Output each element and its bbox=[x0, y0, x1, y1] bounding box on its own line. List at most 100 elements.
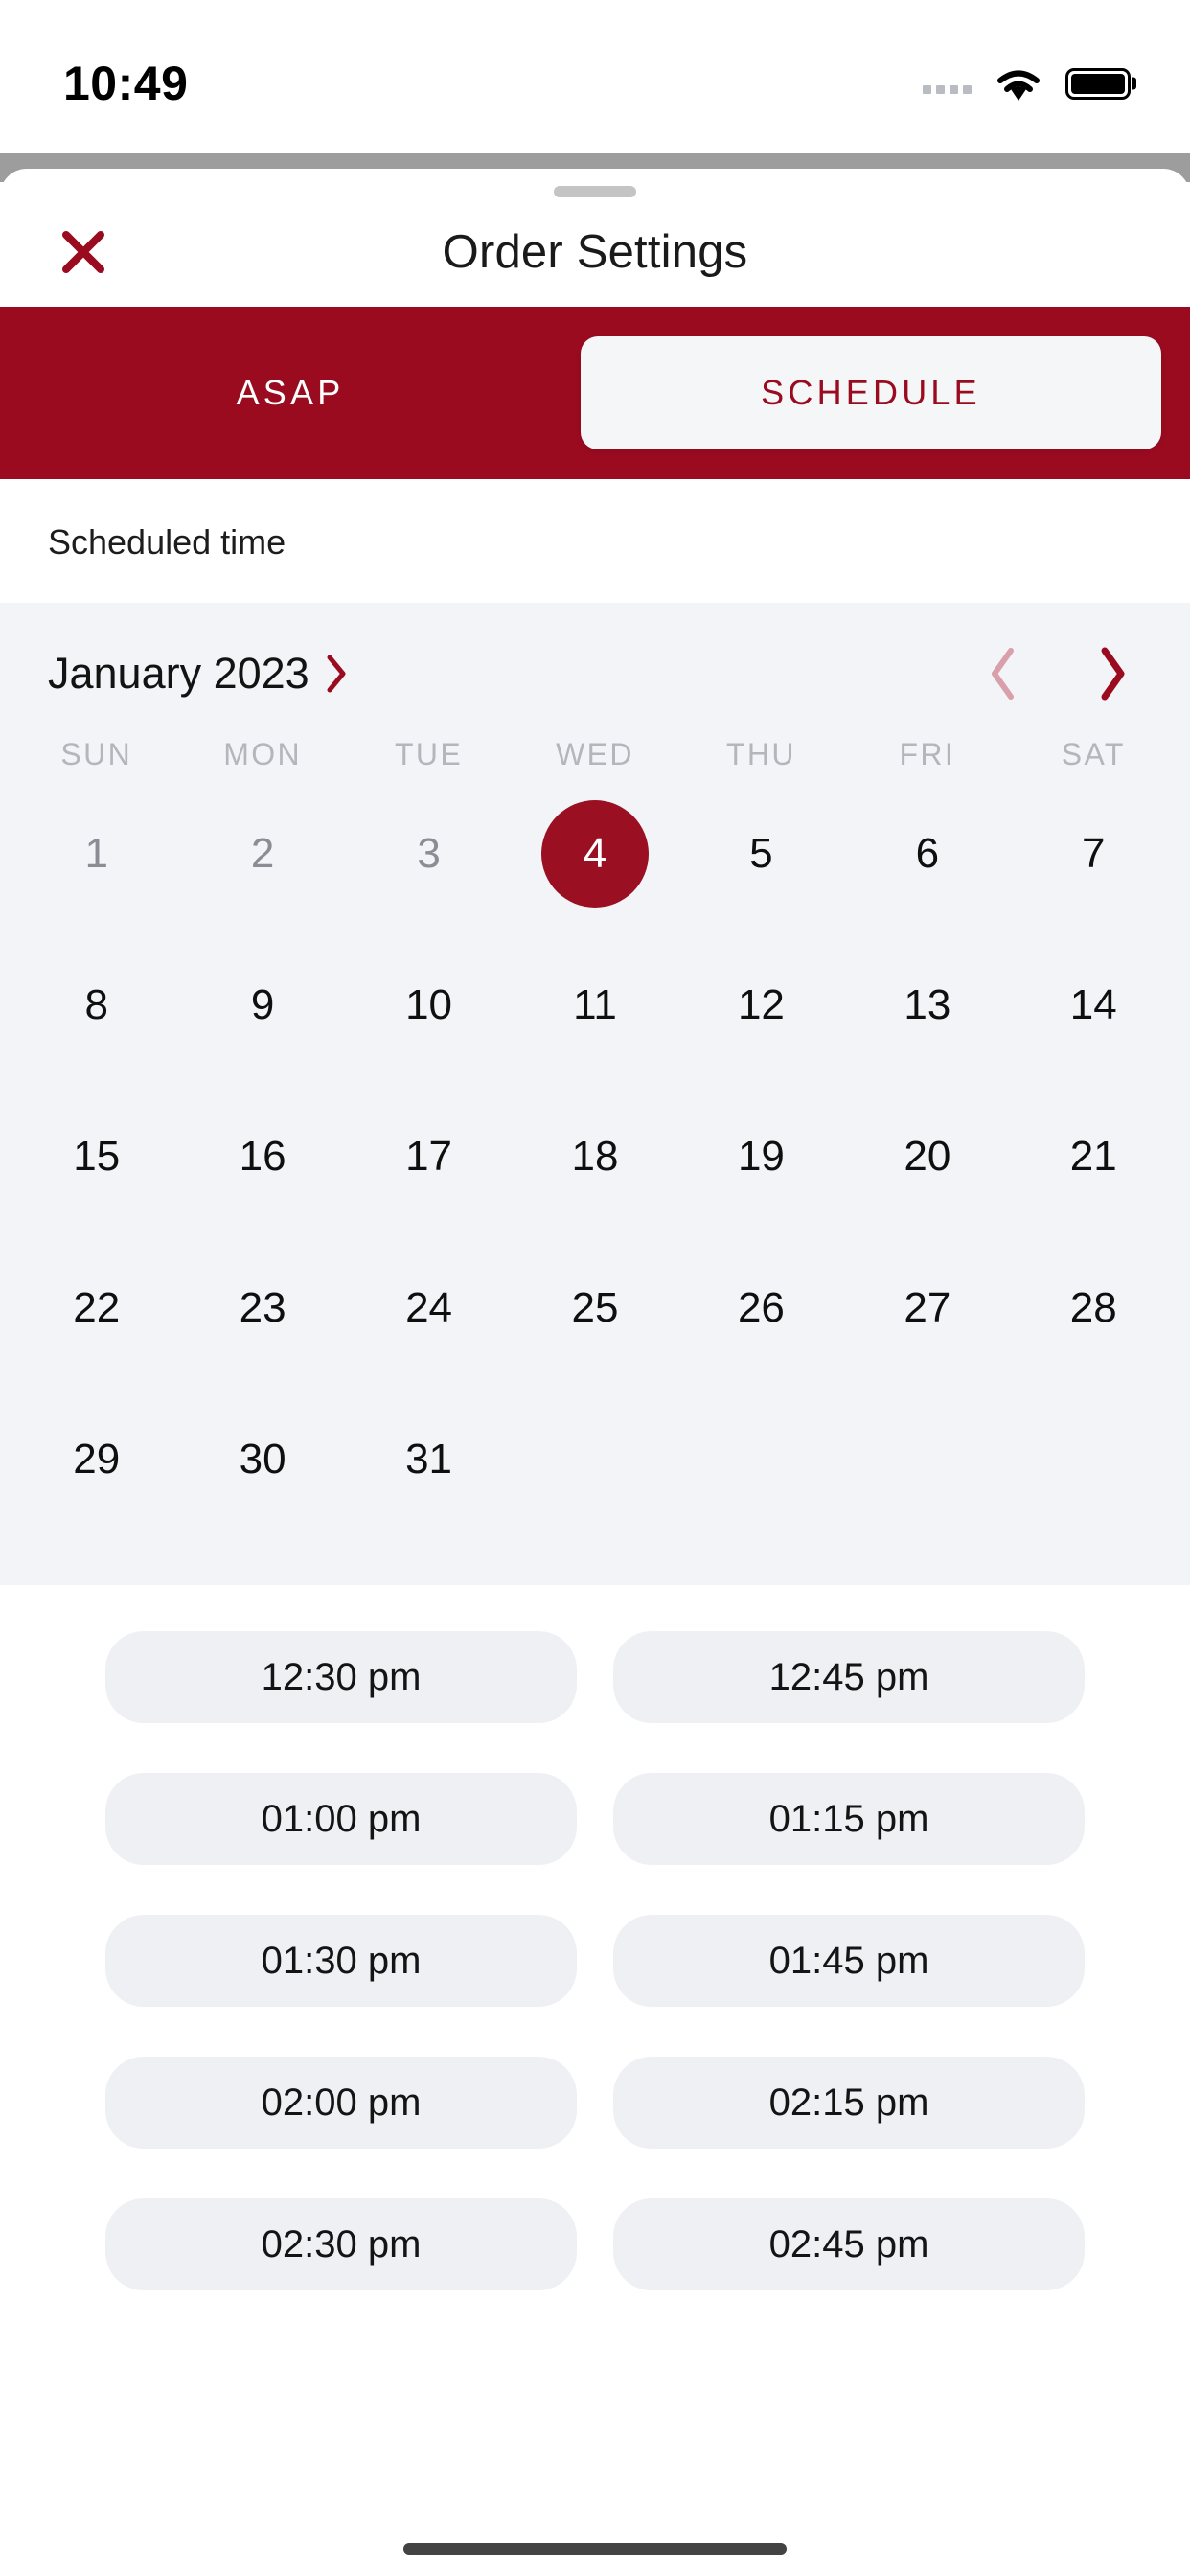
calendar-week-row: 1 2 3 4 5 6 7 bbox=[13, 778, 1177, 930]
calendar-day[interactable]: 16 bbox=[179, 1081, 345, 1232]
calendar-day[interactable]: 7 bbox=[1011, 778, 1177, 930]
calendar-day[interactable]: 19 bbox=[678, 1081, 844, 1232]
calendar-day-label: 16 bbox=[239, 1133, 286, 1180]
tab-schedule[interactable]: SCHEDULE bbox=[581, 307, 1190, 479]
calendar-day[interactable]: 6 bbox=[844, 778, 1010, 930]
weekday-label: SAT bbox=[1061, 737, 1126, 771]
time-slot-button[interactable]: 12:30 pm bbox=[105, 1631, 577, 1723]
time-slot-button[interactable]: 12:45 pm bbox=[613, 1631, 1085, 1723]
calendar-day-label: 6 bbox=[915, 830, 940, 877]
calendar-day[interactable]: 28 bbox=[1011, 1232, 1177, 1384]
order-settings-sheet: Order Settings ASAP SCHEDULE Scheduled t… bbox=[0, 169, 1190, 2576]
time-slot-label: 12:45 pm bbox=[768, 1655, 929, 1698]
calendar-day-label: 21 bbox=[1069, 1133, 1117, 1180]
calendar-day-label: 23 bbox=[239, 1284, 286, 1331]
calendar-week-row: 29 30 31 bbox=[13, 1384, 1177, 1535]
calendar-day[interactable]: 11 bbox=[512, 930, 677, 1081]
calendar-day-label: 24 bbox=[405, 1284, 453, 1331]
time-slot-button[interactable]: 02:00 pm bbox=[105, 2057, 577, 2149]
month-selector[interactable]: January 2023 bbox=[48, 649, 350, 699]
calendar-day[interactable]: 10 bbox=[346, 930, 512, 1081]
calendar-day[interactable]: 29 bbox=[13, 1384, 179, 1535]
calendar-day[interactable]: 8 bbox=[13, 930, 179, 1081]
calendar-day[interactable]: 23 bbox=[179, 1232, 345, 1384]
calendar-day[interactable]: 30 bbox=[179, 1384, 345, 1535]
calendar-day-empty bbox=[844, 1384, 1010, 1535]
weekday-label: FRI bbox=[899, 737, 956, 771]
calendar-day-label: 25 bbox=[571, 1284, 619, 1331]
time-slot-button[interactable]: 02:30 pm bbox=[105, 2198, 577, 2290]
calendar-day-empty bbox=[678, 1384, 844, 1535]
prev-month-button[interactable] bbox=[981, 645, 1025, 702]
calendar-day-label: 26 bbox=[737, 1284, 785, 1331]
chevron-left-icon bbox=[992, 648, 1014, 700]
calendar-day[interactable]: 21 bbox=[1011, 1081, 1177, 1232]
calendar-day-empty bbox=[512, 1384, 677, 1535]
time-slot-label: 02:45 pm bbox=[768, 2222, 929, 2266]
calendar-week-row: 15 16 17 18 19 20 21 bbox=[13, 1081, 1177, 1232]
calendar-day: 2 bbox=[179, 778, 345, 930]
calendar-day[interactable]: 26 bbox=[678, 1232, 844, 1384]
calendar-day[interactable]: 31 bbox=[346, 1384, 512, 1535]
next-month-button[interactable] bbox=[1090, 645, 1134, 702]
calendar-day[interactable]: 20 bbox=[844, 1081, 1010, 1232]
status-time: 10:49 bbox=[63, 57, 189, 110]
calendar-day-label: 4 bbox=[540, 800, 649, 908]
signal-dots-icon bbox=[923, 73, 972, 94]
time-slot-label: 01:45 pm bbox=[768, 1939, 929, 1982]
calendar-day[interactable]: 25 bbox=[512, 1232, 677, 1384]
calendar-day: 1 bbox=[13, 778, 179, 930]
time-slot-grid: 12:30 pm 12:45 pm 01:00 pm 01:15 pm 01:30 pm… bbox=[0, 1585, 1190, 2290]
calendar-day[interactable]: 27 bbox=[844, 1232, 1010, 1384]
calendar-day[interactable]: 17 bbox=[346, 1081, 512, 1232]
time-slot-button[interactable]: 01:00 pm bbox=[105, 1773, 577, 1865]
calendar-day-label: 29 bbox=[73, 1436, 121, 1483]
tab-asap[interactable]: ASAP bbox=[0, 307, 581, 479]
calendar-day[interactable]: 22 bbox=[13, 1232, 179, 1384]
calendar-day-label: 8 bbox=[84, 981, 108, 1028]
time-slot-label: 02:30 pm bbox=[261, 2222, 422, 2266]
weekday-label: SUN bbox=[60, 737, 133, 771]
page-title: Order Settings bbox=[442, 226, 748, 278]
calendar-day[interactable]: 14 bbox=[1011, 930, 1177, 1081]
close-button[interactable] bbox=[54, 222, 113, 282]
calendar-day-label: 11 bbox=[573, 981, 617, 1028]
calendar-day[interactable]: 24 bbox=[346, 1232, 512, 1384]
sheet-header: Order Settings bbox=[0, 197, 1190, 307]
time-slot-button[interactable]: 01:45 pm bbox=[613, 1915, 1085, 2007]
calendar-day-selected[interactable]: 4 bbox=[512, 778, 677, 930]
calendar-day-label: 18 bbox=[571, 1133, 619, 1180]
calendar-day-label: 14 bbox=[1069, 981, 1117, 1028]
weekday-header-row: SUN MON TUE WED THU FRI SAT bbox=[0, 712, 1190, 778]
calendar-day-label bbox=[1040, 1406, 1147, 1513]
weekday-label: WED bbox=[556, 737, 634, 771]
calendar-day-label: 3 bbox=[417, 830, 441, 877]
month-label: January 2023 bbox=[48, 649, 309, 698]
time-slot-label: 01:00 pm bbox=[261, 1797, 422, 1840]
calendar-day[interactable]: 13 bbox=[844, 930, 1010, 1081]
time-slot-button[interactable]: 01:15 pm bbox=[613, 1773, 1085, 1865]
time-slot-label: 02:00 pm bbox=[261, 2081, 422, 2124]
calendar-nav bbox=[981, 645, 1146, 702]
calendar-day-label: 13 bbox=[904, 981, 951, 1028]
time-slot-button[interactable]: 02:45 pm bbox=[613, 2198, 1085, 2290]
calendar-day-label: 2 bbox=[250, 830, 275, 877]
calendar-day[interactable]: 9 bbox=[179, 930, 345, 1081]
calendar-day-label: 30 bbox=[239, 1436, 286, 1483]
calendar-day[interactable]: 12 bbox=[678, 930, 844, 1081]
calendar-day-label bbox=[707, 1406, 814, 1513]
calendar-day[interactable]: 18 bbox=[512, 1081, 677, 1232]
calendar-day-label: 19 bbox=[737, 1133, 785, 1180]
home-indicator bbox=[403, 2543, 787, 2555]
status-bar: 10:49 bbox=[0, 0, 1190, 153]
time-slot-button[interactable]: 02:15 pm bbox=[613, 2057, 1085, 2149]
calendar: January 2023 SUN MON TUE WED THU FRI SAT… bbox=[0, 603, 1190, 1585]
calendar-day-label: 10 bbox=[405, 981, 453, 1028]
calendar-day[interactable]: 5 bbox=[678, 778, 844, 930]
weekday-label: MON bbox=[223, 737, 303, 771]
calendar-day-label: 9 bbox=[250, 981, 275, 1028]
scheduled-time-section: Scheduled time bbox=[0, 479, 1190, 603]
drag-handle[interactable] bbox=[554, 186, 636, 197]
time-slot-button[interactable]: 01:30 pm bbox=[105, 1915, 577, 2007]
calendar-day[interactable]: 15 bbox=[13, 1081, 179, 1232]
